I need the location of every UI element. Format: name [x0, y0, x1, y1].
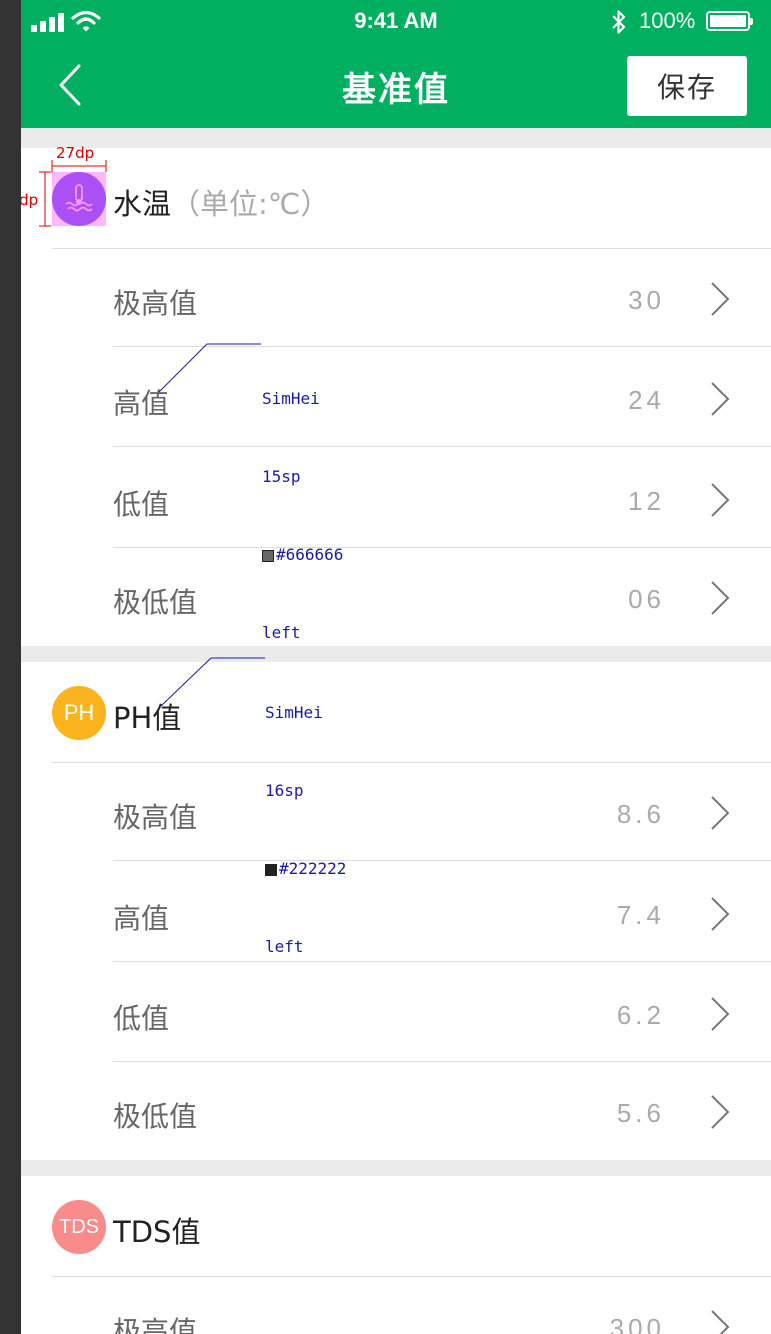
list-item-low[interactable]: 低值 6.2: [21, 964, 771, 1062]
thermometer-water-icon: [52, 172, 106, 226]
divider: [113, 346, 771, 347]
row-value: 06: [628, 584, 665, 614]
ph-icon: PH: [52, 686, 106, 740]
row-label: 极高值: [113, 801, 198, 834]
row-label: 极高值: [113, 287, 198, 320]
row-value: 8.6: [616, 799, 665, 829]
section-tds: TDS TDS值 极高值 300: [21, 1176, 771, 1334]
row-value: 7.4: [616, 900, 665, 930]
dimension-height-label: 27dp: [21, 191, 39, 209]
spec-align: left: [262, 623, 301, 642]
section-header: PH PH值: [21, 662, 771, 763]
dimension-width-label: 27dp: [56, 144, 95, 162]
row-value: 5.6: [616, 1098, 665, 1128]
row-value: 30: [628, 285, 665, 315]
spec-color: #222222: [265, 856, 346, 882]
chevron-right-icon: [711, 796, 730, 830]
section-water-temp: 水温（单位:℃） 极高值 30 高值 24 低值 12 极低值 06: [21, 148, 771, 646]
list-item-high[interactable]: 高值 24: [21, 349, 771, 447]
chevron-right-icon: [711, 581, 730, 615]
left-margin-bar: [0, 0, 21, 1334]
row-value: 24: [628, 385, 665, 415]
list-item-low[interactable]: 低值 12: [21, 450, 771, 548]
tds-icon: TDS: [52, 1200, 106, 1254]
status-bar: 9:41 AM 100%: [21, 0, 771, 44]
save-button[interactable]: 保存: [627, 56, 747, 116]
app-header: 9:41 AM 100% 基准值 保存: [21, 0, 771, 128]
row-label: 高值: [113, 387, 170, 420]
section-title: 水温（单位:℃）: [113, 181, 329, 223]
spec-font: SimHei: [262, 389, 320, 408]
row-label: 低值: [113, 488, 170, 521]
list-item-very-high[interactable]: 极高值 300: [21, 1277, 771, 1334]
battery-icon: [706, 11, 753, 31]
spec-color: #666666: [262, 542, 343, 568]
spec-size: 16sp: [265, 781, 304, 800]
divider: [113, 446, 771, 447]
section-header: 水温（单位:℃）: [21, 148, 771, 249]
bluetooth-icon: [612, 10, 626, 34]
chevron-right-icon: [711, 1095, 730, 1129]
list-item-very-low[interactable]: 极低值 06: [21, 548, 771, 646]
thermometer-water-icon: [65, 184, 93, 212]
row-label: 低值: [113, 1002, 170, 1035]
list-item-very-high[interactable]: 极高值 30: [21, 249, 771, 347]
spec-font: SimHei: [265, 703, 323, 722]
list-item-very-high[interactable]: 极高值 8.6: [21, 763, 771, 861]
section-title-spec-annotation: SimHei 16sp #222222 left: [265, 648, 346, 1012]
spec-align: left: [265, 937, 304, 956]
row-label: 极高值: [113, 1315, 198, 1334]
chevron-right-icon: [711, 382, 730, 416]
divider: [113, 961, 771, 962]
list-item-very-low[interactable]: 极低值 5.6: [21, 1062, 771, 1160]
spec-color-text: #666666: [276, 545, 344, 564]
app-screen: 9:41 AM 100% 基准值 保存 水温（单位:℃） 极高值 30 高值 2…: [21, 0, 771, 1334]
color-swatch: [262, 549, 274, 562]
chevron-right-icon: [711, 282, 730, 316]
list-item-high[interactable]: 高值 7.4: [21, 864, 771, 962]
section-title: TDS值: [113, 1215, 201, 1249]
divider: [113, 860, 771, 861]
battery-percent: 100%: [639, 8, 696, 33]
chevron-right-icon: [711, 897, 730, 931]
row-label: 极低值: [113, 1100, 198, 1133]
row-label-spec-annotation: SimHei 15sp #666666 left: [262, 334, 343, 698]
section-title-text: 水温: [113, 187, 172, 221]
section-unit: （单位:℃）: [171, 187, 330, 221]
row-label: 极低值: [113, 586, 198, 619]
section-header: TDS TDS值: [21, 1176, 771, 1277]
chevron-right-icon: [711, 483, 730, 517]
chevron-right-icon: [711, 997, 730, 1031]
spec-size: 15sp: [262, 467, 301, 486]
color-swatch: [265, 863, 277, 876]
spec-color-text: #222222: [279, 859, 347, 878]
row-value: 12: [628, 486, 665, 516]
row-value: 300: [609, 1313, 665, 1334]
section-ph: PH PH值 极高值 8.6 高值 7.4 低值 6.2 极低值 5.6: [21, 662, 771, 1160]
row-label: 高值: [113, 902, 170, 935]
row-value: 6.2: [616, 1000, 665, 1030]
chevron-right-icon: [711, 1310, 730, 1334]
section-title: PH值: [113, 701, 182, 735]
